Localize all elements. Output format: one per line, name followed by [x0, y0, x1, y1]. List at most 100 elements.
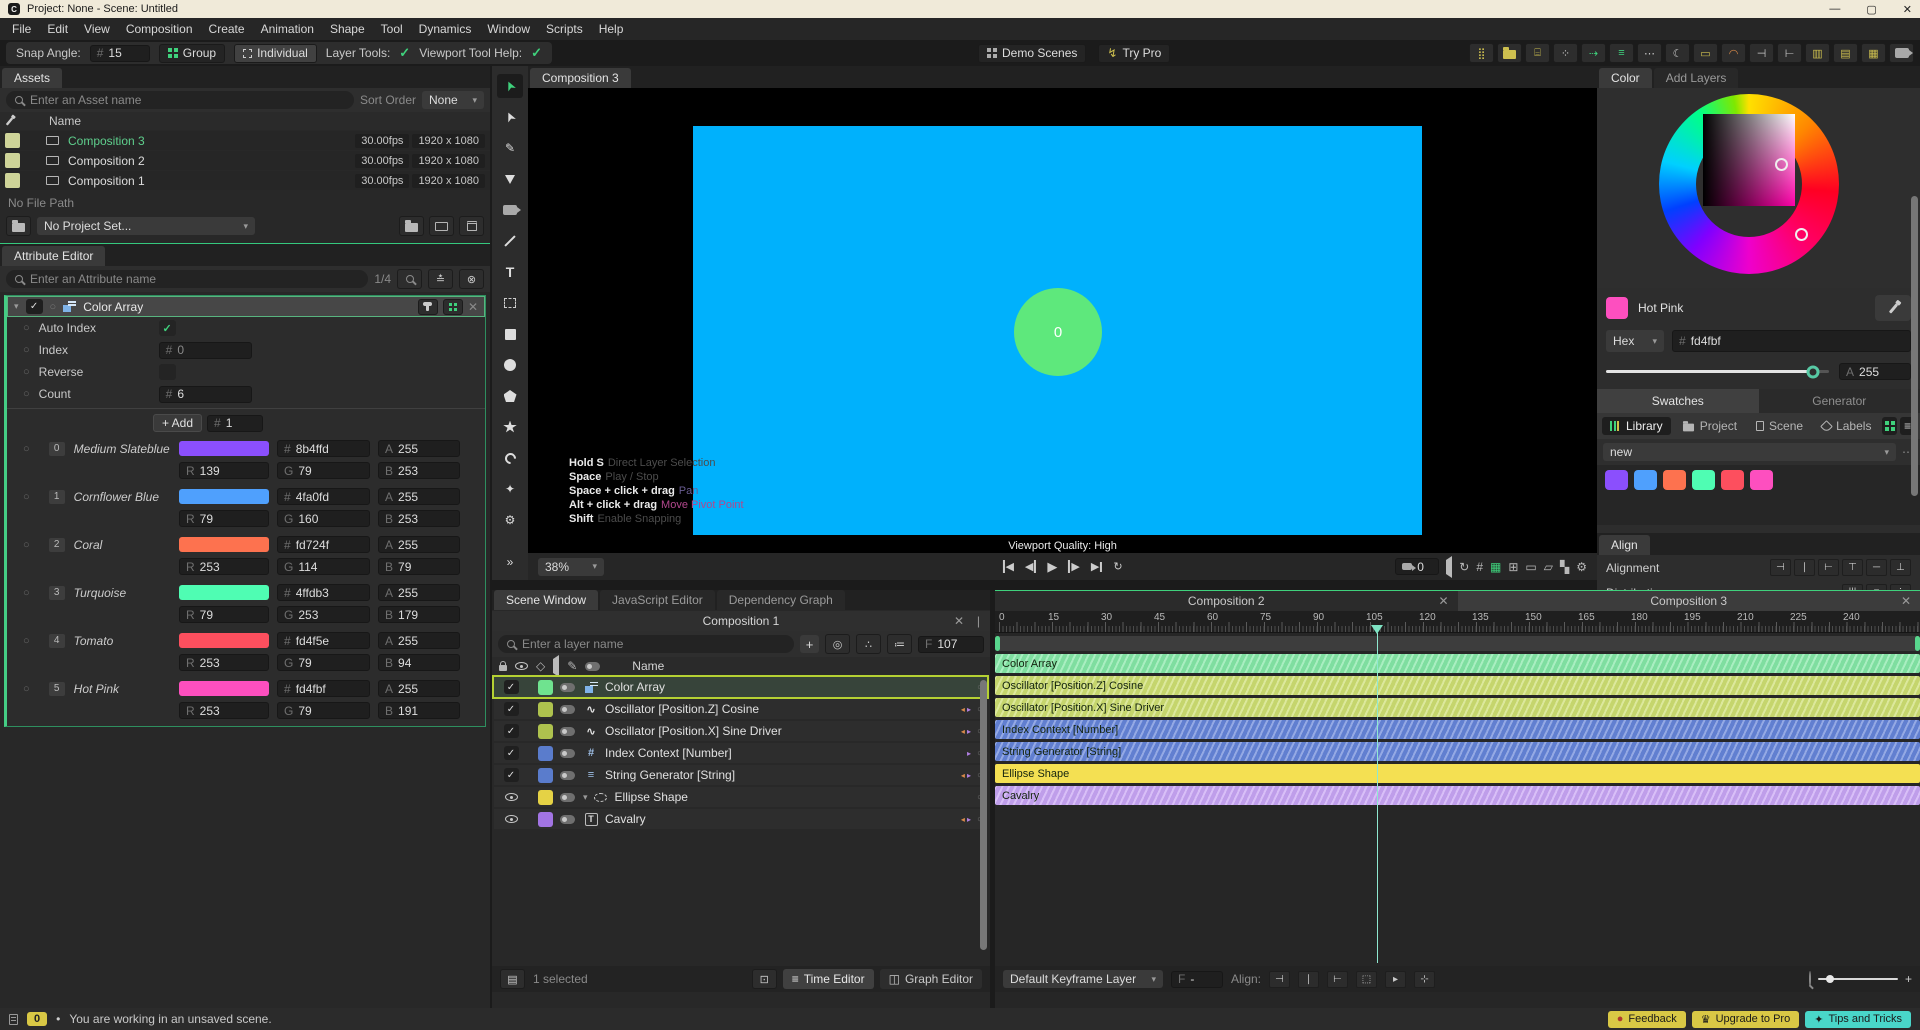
swatch[interactable] — [1605, 470, 1628, 490]
layer-camera-toggle[interactable] — [560, 771, 575, 780]
timeline-frame-field[interactable]: F- — [1171, 971, 1223, 988]
ellipse-shape[interactable]: 0 — [1014, 288, 1102, 376]
moon-icon[interactable]: ☾ — [1665, 43, 1690, 63]
new-folder-button[interactable] — [399, 216, 424, 236]
filter-icon[interactable]: ≔ — [887, 634, 912, 654]
asset-name[interactable]: Composition 3 — [68, 134, 352, 148]
collapse-chevron-icon[interactable]: ▾ — [14, 301, 19, 312]
frame-f-icon[interactable]: ⌸ — [1525, 43, 1550, 63]
layer-camera-toggle[interactable] — [560, 793, 575, 802]
color-hex-field[interactable]: #fd4fbf — [1672, 330, 1911, 352]
add-count-field[interactable]: #1 — [207, 415, 263, 432]
color-mode-select[interactable]: Hex▾ — [1606, 330, 1664, 352]
demo-scenes-button[interactable]: Demo Scenes — [978, 44, 1086, 63]
layer-name[interactable]: String Generator [String] — [605, 768, 735, 782]
layer-color-swatch[interactable] — [538, 790, 553, 805]
output-connection-dot[interactable]: ▸ — [967, 749, 971, 758]
project-set-select[interactable]: No Project Set...▾ — [37, 217, 255, 235]
index-field[interactable]: #0 — [159, 342, 252, 359]
frame-icon[interactable]: ⊞ — [1508, 560, 1518, 574]
keyframe-layer-select[interactable]: Default Keyframe Layer▾ — [1003, 970, 1163, 988]
project-set-icon-button[interactable] — [6, 216, 31, 236]
zoom-select[interactable]: 38%▾ — [538, 558, 604, 576]
asset-color-swatch[interactable] — [5, 153, 20, 168]
clear-search-icon[interactable]: ⊗ — [459, 269, 484, 289]
go-to-end-button[interactable]: ▶ — [1091, 560, 1102, 573]
rectangle-tool-icon[interactable] — [497, 322, 523, 346]
menu-animation[interactable]: Animation — [253, 20, 322, 38]
timeline-zoom-slider[interactable] — [1818, 978, 1898, 980]
camera-toolbar-icon[interactable] — [1889, 43, 1914, 63]
align-right-button[interactable]: ⊢ — [1818, 559, 1839, 576]
layer-enabled-checkbox[interactable]: ✓ — [504, 680, 519, 694]
r-field[interactable]: R253 — [179, 654, 269, 671]
swatch-grid-view-icon[interactable] — [1882, 417, 1897, 435]
kf-align-right-button[interactable]: ⊢ — [1327, 971, 1348, 988]
r-field[interactable]: R253 — [179, 702, 269, 719]
asset-row[interactable]: Composition 3 30.00fps1920 x 1080 — [0, 131, 490, 150]
g-field[interactable]: G253 — [277, 606, 370, 623]
expand-children-chevron[interactable]: ▾ — [583, 792, 588, 803]
swatch[interactable] — [1692, 470, 1715, 490]
color-swatch[interactable] — [179, 585, 269, 600]
input-connection-dot[interactable]: ◂ — [961, 705, 965, 714]
layer-row[interactable]: ✓ ∿ Oscillator [Position.Z] Cosine ◂▸○ — [494, 699, 987, 719]
tab-color[interactable]: Color — [1599, 68, 1652, 88]
layer-color-swatch[interactable] — [538, 768, 553, 783]
viewport-canvas[interactable]: 0 Hold SDirect Layer Selection SpacePlay… — [528, 88, 1597, 553]
attribute-search-input[interactable] — [30, 272, 359, 286]
layer-row[interactable]: ▾ Ellipse Shape ○ — [494, 787, 987, 807]
try-pro-button[interactable]: ↯Try Pro — [1098, 44, 1170, 63]
swatch[interactable] — [1663, 470, 1686, 490]
menu-scripts[interactable]: Scripts — [538, 20, 591, 38]
output-connection-dot[interactable]: ▸ — [967, 815, 971, 824]
layer-camera-toggle[interactable] — [560, 815, 575, 824]
layer-enabled-checkbox[interactable]: ✓ — [504, 702, 519, 716]
layer-row[interactable]: ✓ # Index Context [Number] ▸○ — [494, 743, 987, 763]
track-bar[interactable]: Index Context [Number] — [995, 720, 1920, 739]
scatter-dots-icon[interactable]: ⁘ — [1553, 43, 1578, 63]
layer-row[interactable]: ✓ ∿ Oscillator [Position.X] Sine Driver … — [494, 721, 987, 741]
selection-icon[interactable]: ▤ — [500, 969, 525, 989]
b-field[interactable]: B79 — [378, 558, 460, 575]
input-connection-dot[interactable]: ◂ — [961, 771, 965, 780]
line-tool-icon[interactable] — [497, 229, 523, 253]
align-bars-icon[interactable]: ≡ — [1609, 43, 1634, 63]
r-field[interactable]: R79 — [179, 606, 269, 623]
swatch[interactable] — [1750, 470, 1773, 490]
menu-view[interactable]: View — [76, 20, 118, 38]
layer-name[interactable]: Ellipse Shape — [615, 790, 688, 804]
layer-visibility-eye[interactable] — [505, 815, 518, 823]
checker-icon[interactable]: ▚ — [1560, 560, 1569, 574]
node-options-icon[interactable] — [443, 299, 463, 315]
loop-button[interactable]: ↻ — [1113, 560, 1122, 573]
swatch[interactable] — [1721, 470, 1744, 490]
individual-mode-button[interactable]: Individual — [234, 44, 317, 63]
input-connection-dot[interactable]: ◂ — [961, 727, 965, 736]
lock-column-icon[interactable] — [499, 665, 507, 671]
maximize-button[interactable]: ▢ — [1866, 3, 1876, 16]
delete-asset-button[interactable] — [459, 216, 484, 236]
tab-align[interactable]: Align — [1599, 535, 1650, 555]
layer-color-swatch[interactable] — [538, 702, 553, 717]
ellipse-tool-icon[interactable] — [497, 353, 523, 377]
settings-tool-icon[interactable]: ⚙ — [497, 508, 523, 532]
viewport-tab[interactable]: Composition 3 — [530, 68, 631, 88]
color-swatch[interactable] — [179, 441, 269, 456]
r-field[interactable]: R79 — [179, 510, 269, 527]
visibility-column-icon[interactable] — [515, 662, 528, 670]
text-tool-icon[interactable]: T — [497, 260, 523, 284]
more-dots-icon[interactable]: ⋯ — [1637, 43, 1662, 63]
layers-view-icon[interactable]: ▱ — [1544, 560, 1553, 574]
output-connection-dot[interactable]: ▸ — [967, 727, 971, 736]
monitor-icon[interactable]: ▭ — [1525, 560, 1536, 574]
color-panel-scrollbar[interactable] — [1911, 196, 1918, 496]
time-editor-button[interactable]: ≡Time Editor — [783, 969, 874, 989]
kf-align-left-button[interactable]: ⊣ — [1269, 971, 1290, 988]
kf-options-button[interactable]: ▸ — [1385, 971, 1406, 988]
alpha-slider-knob[interactable] — [1807, 365, 1820, 378]
kf-align-center-button[interactable]: ∣ — [1298, 971, 1319, 988]
track-bar[interactable]: Oscillator [Position.X] Sine Driver — [995, 698, 1920, 717]
zoom-select-icon[interactable] — [397, 269, 422, 289]
menu-tool[interactable]: Tool — [373, 20, 411, 38]
